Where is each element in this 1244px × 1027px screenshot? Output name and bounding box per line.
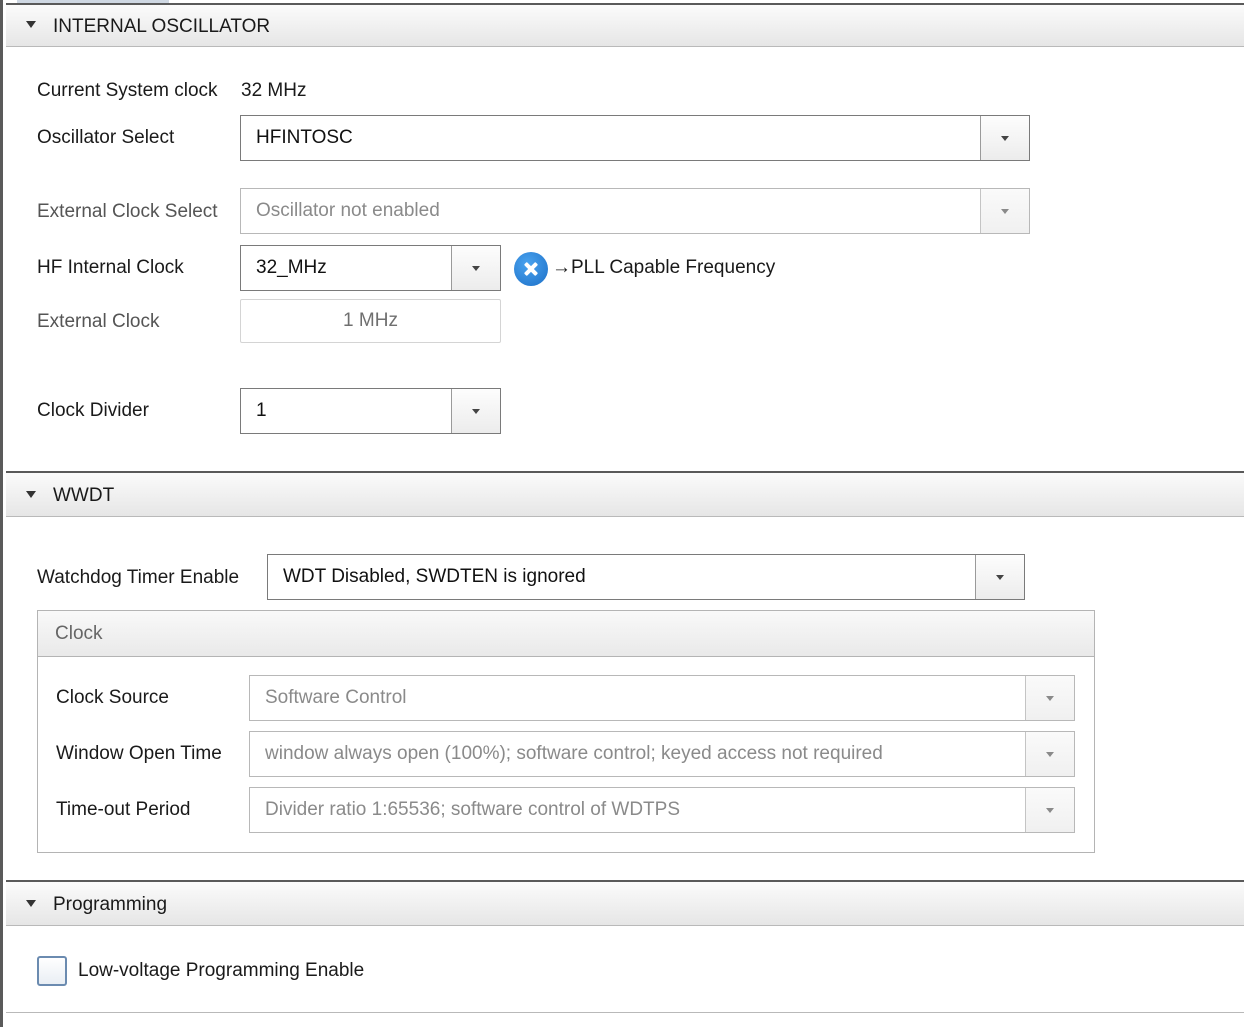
section-title-wwdt: WWDT: [53, 485, 115, 506]
window-open-time-value: window always open (100%); software cont…: [265, 743, 883, 764]
clock-group-header: Clock: [38, 611, 1094, 657]
chevron-down-icon: [472, 266, 480, 271]
clock-group-title: Clock: [55, 623, 103, 644]
oscillator-select-button[interactable]: [980, 116, 1029, 160]
section-divider: [6, 1012, 1244, 1013]
collapse-triangle-icon[interactable]: [26, 21, 36, 28]
clock-source-label: Clock Source: [56, 687, 169, 708]
timeout-period-dropdown[interactable]: Divider ratio 1:65536; software control …: [249, 787, 1075, 833]
timeout-period-value: Divider ratio 1:65536; software control …: [265, 799, 681, 820]
current-clock-label: Current System clock: [37, 80, 218, 101]
chevron-down-icon: [1001, 136, 1009, 141]
window-open-time-label: Window Open Time: [56, 743, 222, 764]
timeout-period-button[interactable]: [1025, 788, 1074, 832]
clock-source-dropdown[interactable]: Software Control: [249, 675, 1075, 721]
clock-source-button[interactable]: [1025, 676, 1074, 720]
chevron-down-icon: [472, 409, 480, 414]
oscillator-select-dropdown[interactable]: HFINTOSC: [240, 115, 1030, 161]
external-clock-field[interactable]: 1 MHz: [240, 299, 501, 343]
watchdog-enable-value: WDT Disabled, SWDTEN is ignored: [283, 566, 586, 587]
clock-divider-dropdown[interactable]: 1: [240, 388, 501, 434]
config-panel: INTERNAL OSCILLATOR Current System clock…: [0, 0, 1244, 1027]
section-header-programming[interactable]: Programming: [6, 880, 1244, 926]
lvp-label: Low-voltage Programming Enable: [78, 960, 365, 981]
section-header-oscillator[interactable]: INTERNAL OSCILLATOR: [6, 3, 1244, 47]
timeout-period-label: Time-out Period: [56, 799, 191, 820]
external-clock-select-value: Oscillator not enabled: [256, 200, 440, 221]
section-title-programming: Programming: [53, 894, 168, 915]
error-x-icon: [514, 252, 548, 286]
chevron-down-icon: [1046, 696, 1054, 701]
chevron-down-icon: [996, 575, 1004, 580]
collapse-triangle-icon[interactable]: [26, 900, 36, 907]
external-clock-select-dropdown[interactable]: Oscillator not enabled: [240, 188, 1030, 234]
section-title-oscillator: INTERNAL OSCILLATOR: [53, 16, 271, 37]
window-open-time-dropdown[interactable]: window always open (100%); software cont…: [249, 731, 1075, 777]
lvp-checkbox[interactable]: [37, 956, 67, 986]
external-clock-select-label: External Clock Select: [37, 201, 218, 222]
hf-internal-clock-button[interactable]: [451, 246, 500, 290]
chevron-down-icon: [1046, 808, 1054, 813]
window-open-time-button[interactable]: [1025, 732, 1074, 776]
hf-internal-clock-label: HF Internal Clock: [37, 257, 184, 278]
watchdog-enable-dropdown[interactable]: WDT Disabled, SWDTEN is ignored: [267, 554, 1025, 600]
clock-divider-value: 1: [256, 400, 267, 421]
pll-capable-note: →PLL Capable Frequency: [552, 257, 776, 278]
external-clock-select-button[interactable]: [980, 189, 1029, 233]
chevron-down-icon: [1001, 209, 1009, 214]
clock-divider-label: Clock Divider: [37, 400, 149, 421]
oscillator-select-value: HFINTOSC: [256, 127, 353, 148]
current-clock-value: 32 MHz: [241, 80, 307, 101]
oscillator-select-label: Oscillator Select: [37, 127, 175, 148]
hf-internal-clock-dropdown[interactable]: 32_MHz: [240, 245, 501, 291]
watchdog-enable-button[interactable]: [975, 555, 1024, 599]
clock-divider-button[interactable]: [451, 389, 500, 433]
external-clock-label: External Clock: [37, 311, 160, 332]
section-header-wwdt[interactable]: WWDT: [6, 471, 1244, 517]
clock-source-value: Software Control: [265, 687, 407, 708]
watchdog-enable-label: Watchdog Timer Enable: [37, 567, 240, 588]
hf-internal-clock-value: 32_MHz: [256, 257, 327, 278]
collapse-triangle-icon[interactable]: [26, 491, 36, 498]
chevron-down-icon: [1046, 752, 1054, 757]
